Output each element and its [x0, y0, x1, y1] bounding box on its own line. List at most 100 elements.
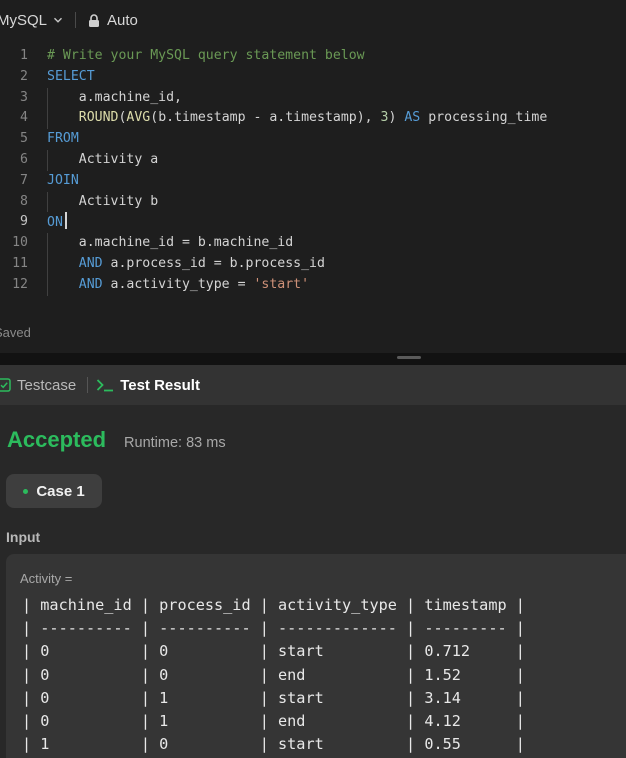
code-line[interactable]: 5 FROM: [0, 129, 626, 150]
code-text: a.machine_id,: [47, 87, 626, 109]
result-tabs: Testcase Test Result: [0, 365, 626, 405]
tab-test-result[interactable]: Test Result: [96, 377, 200, 394]
code-token: # Write your MySQL query statement below: [47, 48, 365, 63]
input-box: Activity = | machine_id | process_id | a…: [6, 554, 626, 758]
line-number: 11: [12, 255, 28, 271]
editor-toolbar: MySQL Auto: [0, 0, 626, 40]
code-text: # Write your MySQL query statement below: [47, 46, 626, 67]
code-token: processing_time: [420, 110, 548, 126]
line-number: 10: [12, 235, 28, 251]
language-label: MySQL: [0, 11, 48, 29]
code-line[interactable]: 7 JOIN: [0, 171, 626, 192]
text-cursor: [64, 212, 67, 230]
code-text: ON: [47, 212, 626, 233]
code-token: (b.timestamp: [150, 110, 254, 126]
table-row: | 0 | 0 | end | 1.52 |: [22, 665, 525, 684]
language-select[interactable]: MySQL: [0, 12, 63, 29]
line-number: 1: [20, 48, 28, 63]
table-row: | 0 | 1 | start | 3.14 |: [22, 688, 525, 707]
line-number: 2: [20, 68, 28, 84]
code-token: b.machine_id: [189, 235, 294, 251]
code-line[interactable]: 1 # Write your MySQL query statement belo…: [0, 46, 626, 67]
code-text: Activity a: [47, 149, 626, 171]
case-1-button[interactable]: Case 1: [6, 474, 102, 508]
code-line[interactable]: 3 a.machine_id,: [0, 87, 626, 109]
indent-guide: [47, 108, 48, 130]
code-line[interactable]: 8 Activity b: [0, 191, 626, 213]
tab-divider: [87, 377, 89, 393]
input-label: Input: [6, 529, 41, 545]
code-line[interactable]: 9 ON: [0, 212, 626, 233]
code-line[interactable]: 11 AND a.process_id = b.process_id: [0, 253, 626, 275]
checkbox-icon: [0, 378, 11, 392]
line-number: 4: [20, 110, 28, 126]
terminal-icon: [97, 379, 114, 392]
code-token: 'start': [253, 276, 310, 292]
line-number: 8: [20, 193, 28, 209]
code-token: a.timestamp),: [261, 110, 381, 126]
auto-mode-label: Auto: [107, 11, 138, 29]
table-row: | 0 | 1 | end | 4.12 |: [22, 711, 525, 730]
auto-mode-toggle[interactable]: Auto: [88, 12, 138, 29]
chevron-down-icon: [54, 17, 63, 23]
code-text: AND a.process_id = b.process_id: [47, 253, 626, 275]
code-text: FROM: [47, 129, 626, 150]
code-line[interactable]: 4 ROUND(AVG(b.timestamp - a.timestamp), …: [0, 108, 626, 130]
runtime-label: Runtime: 83 ms: [124, 435, 226, 451]
code-token: a.activity_type: [102, 276, 238, 292]
activity-table: | machine_id | process_id | activity_typ…: [22, 594, 525, 756]
code-text: Activity b: [47, 191, 626, 213]
tab-testcase-label: Testcase: [17, 376, 77, 394]
tab-testcase[interactable]: Testcase: [0, 377, 76, 394]
line-number: 12: [12, 276, 28, 292]
indent-guide: [47, 233, 48, 254]
table-header-row: | machine_id | process_id | activity_typ…: [22, 596, 525, 614]
code-token: =: [181, 235, 190, 251]
code-token: ROUND: [78, 110, 119, 126]
indent-guide: [47, 253, 48, 275]
save-status: Saved: [0, 325, 31, 340]
result-pane: Testcase Test Result Accepted Runtime: 8…: [0, 365, 626, 758]
code-token: FROM: [47, 131, 79, 147]
code-token: ): [388, 110, 405, 126]
code-token: a.machine_id: [47, 235, 182, 251]
code-token: =: [213, 255, 222, 271]
code-token: SELECT: [47, 68, 95, 84]
indent-guide: [47, 149, 48, 171]
code-line[interactable]: 2 SELECT: [0, 67, 626, 88]
line-number: 7: [20, 172, 28, 188]
code-token: Activity a: [47, 151, 159, 167]
line-number: 6: [20, 151, 28, 167]
result-status-row: Accepted Runtime: 83 ms: [7, 427, 226, 453]
table-row: | 1 | 0 | start | 0.55 |: [22, 735, 525, 754]
code-text: a.machine_id = b.machine_id: [47, 233, 626, 254]
code-token: AND: [78, 276, 103, 292]
tab-test-result-label: Test Result: [120, 376, 200, 394]
table-row: | 0 | 0 | start | 0.712 |: [22, 642, 525, 661]
line-number: 5: [20, 131, 28, 147]
case-pass-dot: [23, 488, 29, 494]
code-line[interactable]: 6 Activity a: [0, 149, 626, 171]
toolbar-divider: [75, 12, 77, 28]
code-text: AND a.activity_type = 'start': [47, 274, 626, 296]
code-token: a.machine_id,: [47, 89, 182, 105]
code-token: ON: [47, 215, 63, 231]
line-number: 3: [20, 89, 28, 105]
code-line[interactable]: 12 AND a.activity_type = 'start': [0, 274, 626, 296]
code-token: =: [237, 276, 246, 292]
code-token: AVG: [126, 110, 151, 126]
splitter-handle[interactable]: [397, 356, 421, 359]
code-text: JOIN: [47, 171, 626, 192]
code-editor-pane: MySQL Auto 1 # Write your MySQL query sta…: [0, 0, 626, 353]
code-line[interactable]: 10 a.machine_id = b.machine_id: [0, 233, 626, 254]
indent-guide: [47, 87, 48, 109]
pane-splitter[interactable]: [0, 353, 626, 365]
indent-guide: [47, 191, 48, 213]
code-area[interactable]: 1 # Write your MySQL query statement belo…: [0, 46, 626, 296]
code-token: AS: [404, 110, 421, 126]
case-label: Case 1: [36, 482, 85, 500]
code-text: SELECT: [47, 67, 626, 88]
